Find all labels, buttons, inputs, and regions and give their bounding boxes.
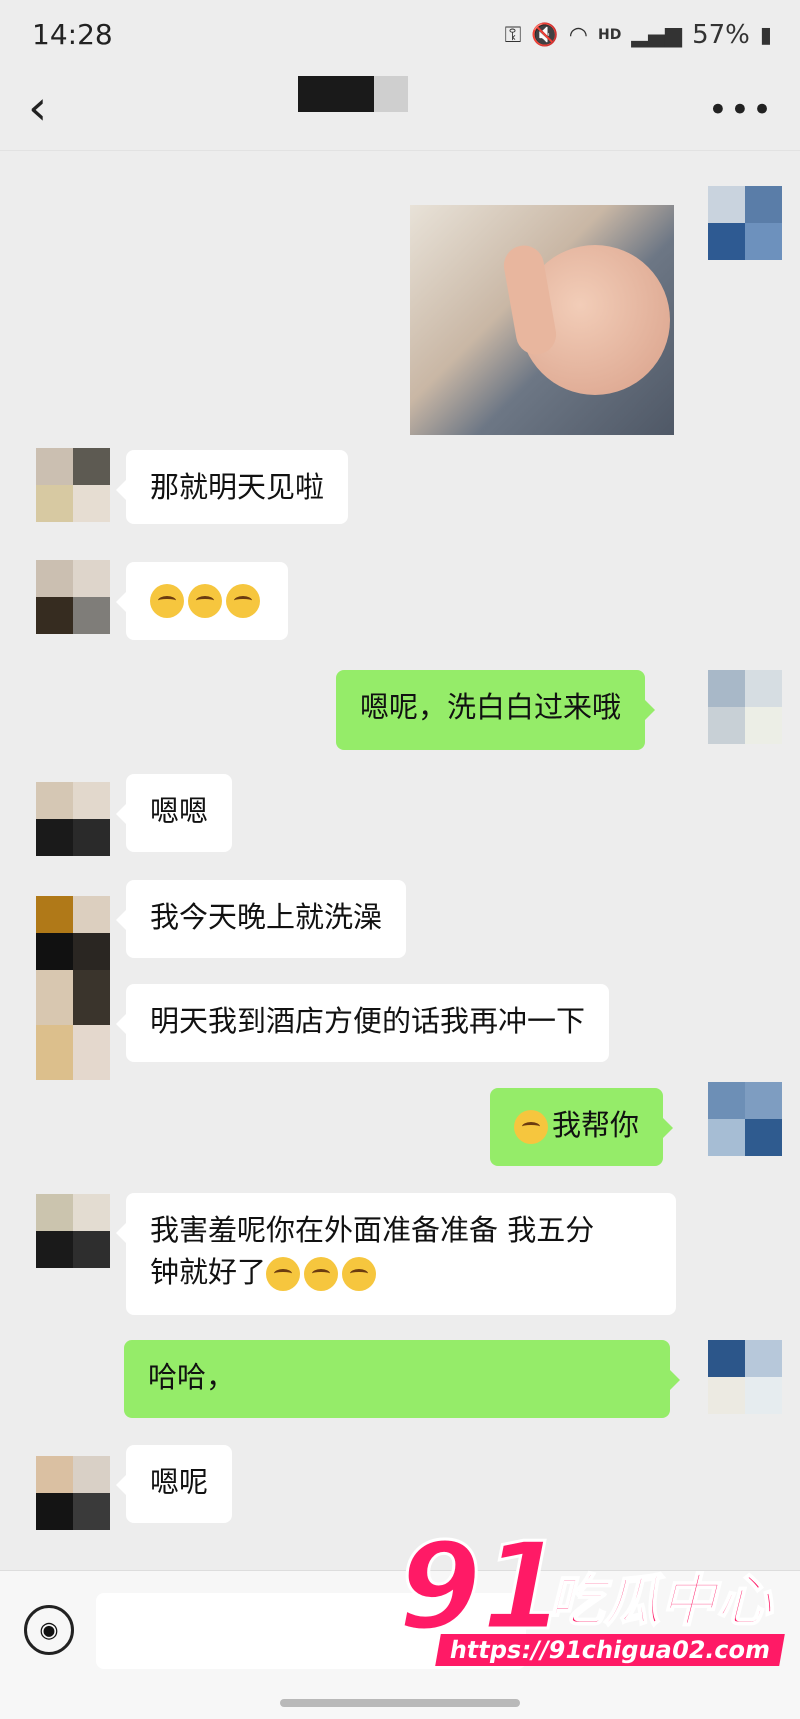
message-bubble-in[interactable]: 嗯嗯 <box>115 774 233 852</box>
avatar-contact[interactable] <box>36 896 110 970</box>
message-bubble-in[interactable] <box>116 562 288 640</box>
avatar-contact[interactable] <box>36 782 110 856</box>
grin-emoji-icon <box>514 1110 548 1144</box>
avatar-self[interactable] <box>708 670 782 744</box>
message-text: 哈哈， <box>148 1360 236 1394</box>
message-text: 我帮你 <box>552 1108 640 1142</box>
message-text: 嗯呢，洗白白过来哦 <box>360 690 622 724</box>
signal-icon: ▂▄▆ <box>631 22 683 48</box>
message-text: 我今天晚上就洗澡 <box>150 900 383 934</box>
redaction-block <box>374 76 408 112</box>
message-bubble-in[interactable]: 嗯呢 <box>115 1445 233 1523</box>
emoji-icon <box>304 1257 339 1291</box>
message-bubble-in[interactable]: 我今天晚上就洗澡 <box>115 880 407 958</box>
avatar-contact[interactable] <box>36 970 110 1080</box>
message-bubble-in[interactable]: 那就明天见啦 <box>115 450 349 524</box>
wifi-icon: ◠ <box>568 22 588 48</box>
mute-icon: 🔇 <box>531 22 559 48</box>
emoji-icon <box>266 1257 301 1291</box>
emoji-icon <box>188 584 222 618</box>
redaction-block <box>298 76 374 112</box>
emoji-icon <box>342 1257 377 1291</box>
home-indicator[interactable] <box>280 1699 520 1707</box>
message-text-line2: 钟就好了 <box>150 1251 652 1293</box>
watermark-text: 吃瓜中心 <box>547 1568 773 1635</box>
message-bubble-in[interactable]: 明天我到酒店方便的话我再冲一下 <box>115 984 610 1062</box>
image-message[interactable] <box>410 205 674 435</box>
watermark-url: https://91chigua02.com <box>435 1634 786 1666</box>
message-bubble-in[interactable]: 我害羞呢你在外面准备准备 我五分 钟就好了 <box>116 1193 676 1315</box>
battery-icon: ▮ <box>759 22 772 48</box>
battery-text: 57% <box>692 20 750 50</box>
hd-icon: HD <box>597 27 622 43</box>
chevron-left-icon[interactable]: ‹ <box>28 80 47 136</box>
message-text: 明天我到酒店方便的话我再冲一下 <box>150 1004 586 1038</box>
status-icons: ⚿ 🔇 ◠ HD ▂▄▆ 57% ▮ <box>505 20 772 50</box>
avatar-contact[interactable] <box>36 560 110 634</box>
message-text: 嗯嗯 <box>150 794 209 828</box>
message-text: 嗯呢 <box>150 1465 209 1499</box>
avatar-self[interactable] <box>708 186 782 260</box>
watermark: 91 吃瓜中心 https://91chigua02.com <box>397 1518 788 1678</box>
message-bubble-out[interactable]: 哈哈， <box>124 1340 680 1418</box>
emoji-icon <box>226 584 260 618</box>
voice-icon[interactable]: ◉ <box>24 1605 74 1655</box>
avatar-contact[interactable] <box>36 448 110 522</box>
message-bubble-out[interactable]: 嗯呢，洗白白过来哦 <box>336 670 656 750</box>
more-icon[interactable]: ••• <box>708 90 774 130</box>
avatar-contact[interactable] <box>36 1194 110 1268</box>
avatar-self[interactable] <box>708 1082 782 1156</box>
chat-title-redacted <box>298 76 410 112</box>
message-bubble-out[interactable]: 我帮你 <box>490 1088 674 1166</box>
key-icon: ⚿ <box>504 22 522 48</box>
nav-bar: ‹ ••• <box>0 70 800 151</box>
chat-area[interactable]: 那就明天见啦 嗯呢，洗白白过来哦 嗯嗯 我今天晚上就洗澡 明天我到酒店方便的话我… <box>0 150 800 1570</box>
emoji-icon <box>150 584 184 618</box>
watermark-number: 91 <box>397 1518 567 1657</box>
avatar-contact[interactable] <box>36 1456 110 1530</box>
message-text: 那就明天见啦 <box>150 470 325 504</box>
status-time: 14:28 <box>32 18 113 51</box>
message-text: 我害羞呢你在外面准备准备 我五分 <box>150 1213 595 1247</box>
message-text: 钟就好了 <box>150 1255 267 1289</box>
avatar-self[interactable] <box>708 1340 782 1414</box>
status-bar: 14:28 ⚿ 🔇 ◠ HD ▂▄▆ 57% ▮ <box>0 0 800 70</box>
